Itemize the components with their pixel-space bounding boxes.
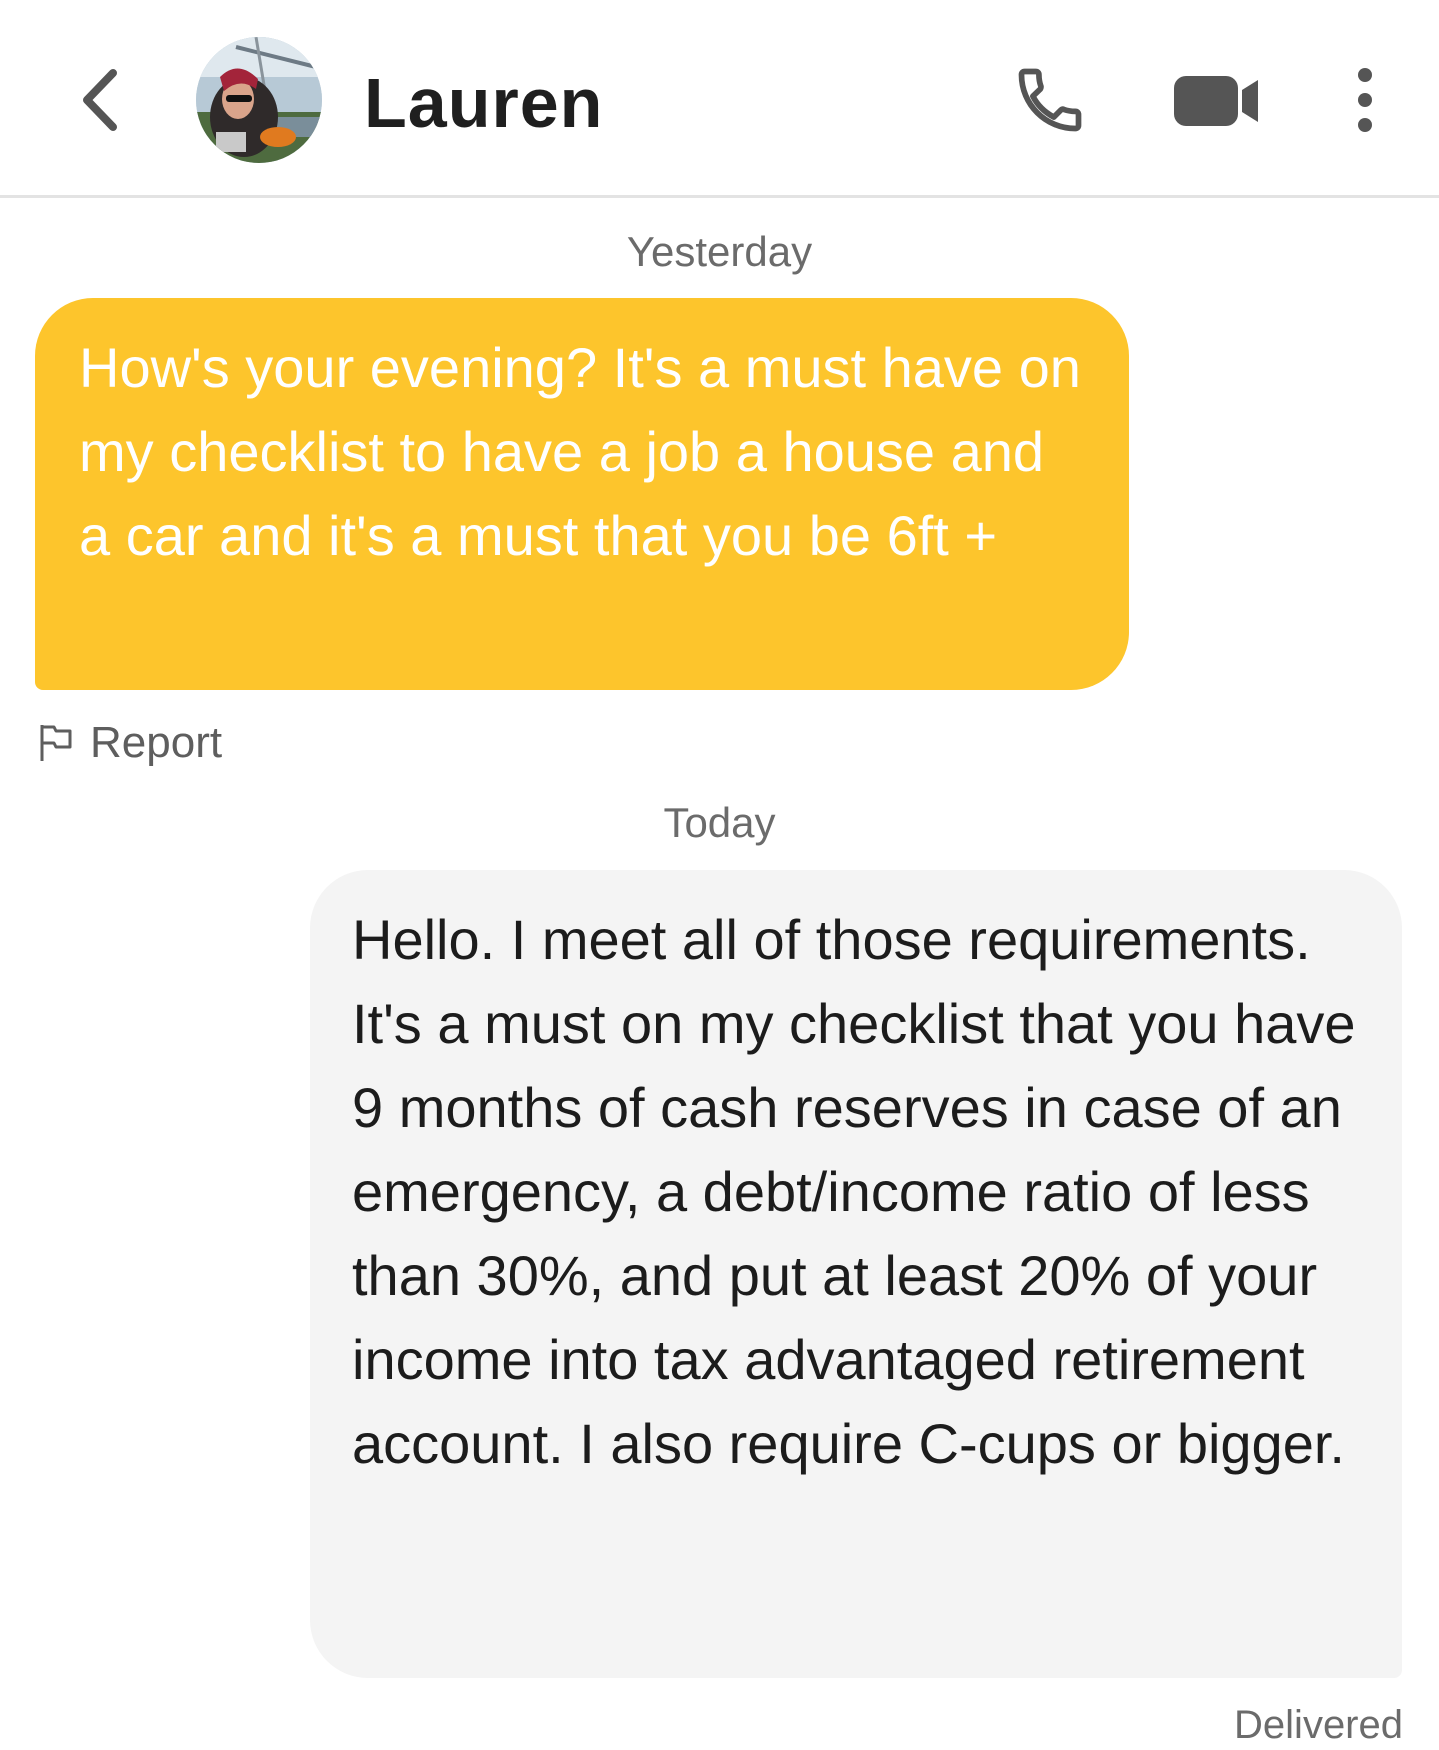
delivery-status: Delivered: [1234, 1703, 1403, 1747]
more-vertical-icon: [1358, 68, 1372, 132]
call-button[interactable]: [1010, 60, 1090, 140]
video-camera-icon: [1174, 76, 1258, 126]
report-label: Report: [90, 718, 223, 767]
contact-avatar[interactable]: [196, 37, 322, 163]
chat-header: Lauren: [0, 0, 1439, 198]
back-button[interactable]: [70, 65, 130, 135]
date-separator-today: Today: [663, 799, 776, 846]
report-button[interactable]: Report: [38, 715, 222, 771]
more-options-button[interactable]: [1340, 60, 1390, 140]
video-call-button[interactable]: [1168, 60, 1264, 140]
flag-icon: [38, 723, 74, 763]
chevron-left-icon: [83, 69, 117, 131]
contact-name[interactable]: Lauren: [364, 58, 603, 148]
phone-icon: [1018, 68, 1082, 132]
incoming-message-bubble[interactable]: How's your evening? It's a must have on …: [35, 298, 1129, 690]
avatar-photo: [196, 37, 322, 163]
date-separator-yesterday: Yesterday: [626, 228, 813, 275]
outgoing-message-bubble[interactable]: Hello. I meet all of those requirements.…: [310, 870, 1402, 1678]
